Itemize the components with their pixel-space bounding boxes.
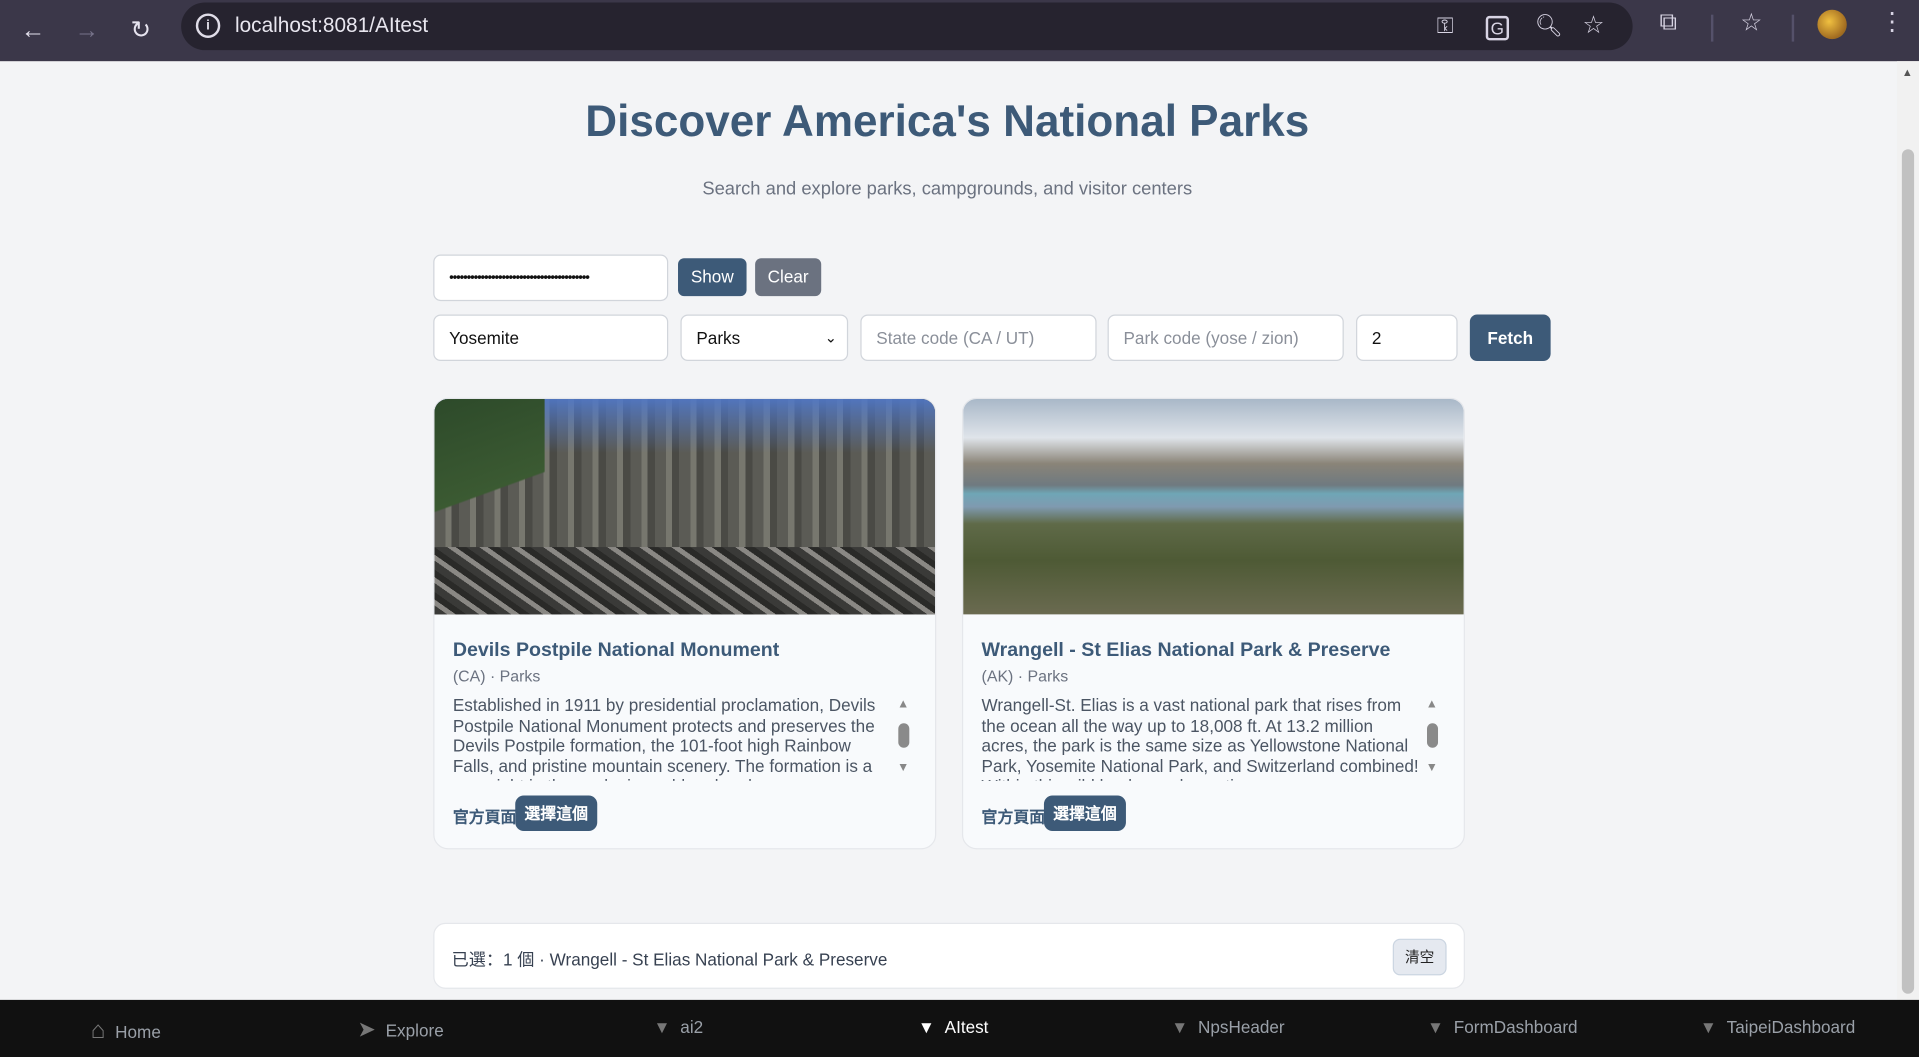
selection-text: 已選：1 個 · Wrangell - St Elias National Pa…: [451, 949, 888, 970]
zoom-icon[interactable]: 🔍︎: [1535, 13, 1563, 39]
card-title: Devils Postpile National Monument: [452, 640, 780, 661]
page-title: Discover America's National Parks: [585, 95, 1310, 146]
nav-label: FormDashboard: [1453, 1017, 1578, 1037]
park-card: Devils Postpile National Monument (CA) ·…: [433, 397, 937, 850]
reload-icon[interactable]: ↻: [122, 12, 159, 49]
divider: [1791, 14, 1795, 42]
site-info-icon[interactable]: i: [195, 13, 221, 38]
page-scrollbar[interactable]: ▲: [1896, 61, 1919, 1000]
send-icon: ➤: [357, 1017, 376, 1042]
official-page-link[interactable]: 官方頁面: [453, 804, 517, 827]
scroll-thumb[interactable]: [1427, 723, 1439, 748]
official-page-link[interactable]: 官方頁面: [982, 804, 1046, 827]
scroll-up-icon[interactable]: ▲: [897, 698, 909, 711]
park-card: Wrangell - St Elias National Park & Pres…: [961, 397, 1465, 850]
scroll-thumb[interactable]: [1901, 149, 1915, 994]
address-bar[interactable]: i localhost:8081/AItest ⚿ G 🔍︎ ☆: [181, 2, 1633, 51]
nav-label: NpsHeader: [1197, 1017, 1285, 1037]
description-scrollbar[interactable]: ▲ ▼: [1422, 698, 1444, 784]
nav-formdashboard[interactable]: ▼ FormDashboard: [1427, 1017, 1578, 1037]
url-text[interactable]: localhost:8081/AItest: [235, 13, 428, 37]
bookmark-star-icon[interactable]: ☆: [1582, 10, 1604, 41]
nav-label: Home: [115, 1021, 161, 1042]
search-input[interactable]: Yosemite: [433, 314, 669, 362]
select-park-button[interactable]: 選擇這個: [1043, 795, 1126, 831]
clear-button[interactable]: Clear: [755, 258, 822, 297]
scroll-thumb[interactable]: [898, 723, 910, 748]
profile-avatar[interactable]: [1817, 9, 1847, 40]
description-scrollbar[interactable]: ▲ ▼: [893, 698, 915, 784]
nav-explore[interactable]: ➤ Explore: [357, 1017, 443, 1043]
scroll-up-icon[interactable]: ▲: [1902, 66, 1913, 78]
park-image: [963, 398, 1464, 615]
browser-toolbar: ← → ↻ i localhost:8081/AItest ⚿ G 🔍︎ ☆ ⧉…: [0, 0, 1919, 62]
card-description: Established in 1911 by presidential proc…: [452, 695, 876, 781]
scroll-down-icon[interactable]: ▼: [1426, 761, 1438, 774]
park-image: [434, 398, 936, 615]
caret-down-icon: ▼: [1699, 1017, 1717, 1037]
clear-selection-button[interactable]: 清空: [1392, 938, 1447, 976]
favorites-icon[interactable]: ☆: [1740, 7, 1762, 38]
card-description: Wrangell-St. Elias is a vast national pa…: [981, 695, 1419, 781]
show-button[interactable]: Show: [678, 258, 747, 297]
card-meta: (AK) · Parks: [981, 666, 1069, 686]
nav-taipeidashboard[interactable]: ▼ TaipeiDashboard: [1700, 1017, 1855, 1037]
scroll-down-icon[interactable]: ▼: [897, 761, 909, 774]
menu-icon[interactable]: ⋮: [1880, 6, 1904, 37]
caret-down-icon: ▼: [653, 1017, 671, 1037]
selection-bar: 已選：1 個 · Wrangell - St Elias National Pa…: [433, 922, 1465, 989]
park-code-input[interactable]: Park code (yose / zion): [1107, 314, 1344, 362]
translate-icon[interactable]: G: [1485, 15, 1509, 41]
back-icon[interactable]: ←: [15, 12, 52, 49]
home-icon: ⌂: [90, 1017, 106, 1044]
caret-down-icon: ▼: [917, 1017, 935, 1037]
extensions-icon[interactable]: ⧉: [1660, 9, 1677, 37]
api-key-input[interactable]: ••••••••••••••••••••••••••••••••••••••••: [433, 254, 669, 302]
scroll-up-icon[interactable]: ▲: [1426, 698, 1438, 711]
caret-down-icon: ▼: [1427, 1017, 1444, 1037]
divider: [1710, 14, 1714, 42]
nav-label: TaipeiDashboard: [1726, 1017, 1856, 1037]
state-code-input[interactable]: State code (CA / UT): [860, 314, 1097, 362]
nav-ai2[interactable]: ▼ ai2: [654, 1017, 704, 1037]
nav-aitest[interactable]: ▼ AItest: [918, 1017, 989, 1037]
bottom-nav: ⌂ Home ➤ Explore ▼ ai2 ▼ AItest ▼ NpsHeader ▼…: [0, 999, 1919, 1057]
chevron-down-icon: ⌄: [824, 329, 838, 347]
fetch-button[interactable]: Fetch: [1469, 314, 1551, 362]
forward-icon[interactable]: →: [69, 12, 106, 49]
nav-npsheader[interactable]: ▼ NpsHeader: [1171, 1017, 1284, 1037]
card-title: Wrangell - St Elias National Park & Pres…: [981, 640, 1391, 661]
category-select[interactable]: Parks ⌄: [680, 314, 849, 362]
nav-home[interactable]: ⌂ Home: [91, 1017, 161, 1045]
nav-label: Explore: [385, 1020, 444, 1041]
select-park-button[interactable]: 選擇這個: [515, 795, 598, 831]
nav-label: AItest: [944, 1017, 989, 1037]
page-subtitle: Search and explore parks, campgrounds, a…: [702, 178, 1193, 200]
limit-input[interactable]: 2: [1356, 314, 1458, 362]
card-meta: (CA) · Parks: [452, 666, 541, 686]
nav-label: ai2: [680, 1017, 704, 1037]
caret-down-icon: ▼: [1171, 1017, 1189, 1037]
key-icon[interactable]: ⚿: [1437, 13, 1454, 39]
category-value: Parks: [696, 327, 741, 348]
